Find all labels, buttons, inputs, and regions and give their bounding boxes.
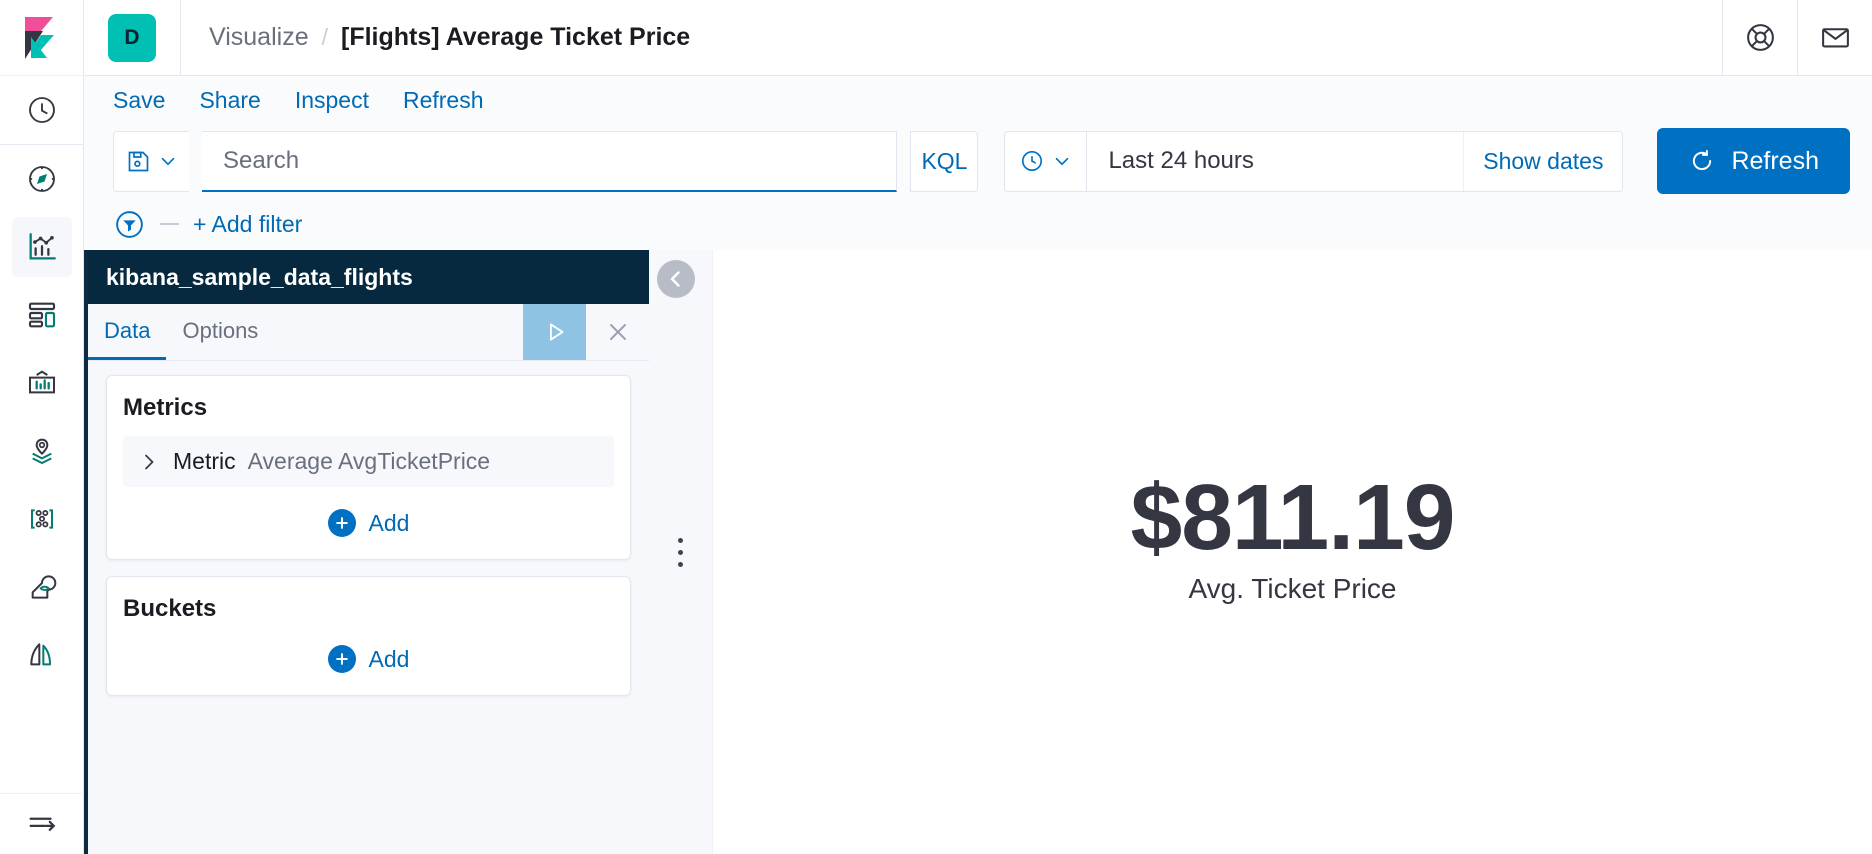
collapse-editor-button[interactable] [657,260,695,298]
buckets-title: Buckets [123,595,217,622]
newsfeed-button[interactable] [1798,0,1872,76]
metric-value: $811.19 [1130,465,1455,570]
metric-visualization: $811.19 Avg. Ticket Price [1130,465,1455,605]
close-x-icon [609,324,626,340]
sidebar-item-discover[interactable] [12,149,72,209]
visualization-editor-panel: kibana_sample_data_flights Data Options [84,250,649,854]
plus-circle-icon [327,645,356,673]
lifebuoy-icon [1746,24,1774,51]
refresh-button[interactable]: Refresh [1657,128,1850,194]
envelope-icon [1821,28,1849,48]
help-button[interactable] [1723,0,1797,76]
apply-changes-button[interactable] [523,304,586,360]
query-bar: KQL Last 24 hours Show dates Refresh [84,124,1872,198]
header-actions [1722,0,1872,76]
sidebar-item-machine-learning[interactable] [12,557,72,617]
page-title: [Flights] Average Ticket Price [341,23,691,51]
chevron-down-icon [1055,157,1069,166]
breadcrumb-separator: / [321,24,328,50]
tab-options[interactable]: Options [166,304,274,360]
chevron-down-icon [161,157,174,166]
filter-separator [160,223,179,225]
kibana-logo[interactable] [0,0,84,76]
saved-query-button[interactable] [113,130,189,192]
header-divider [180,0,181,76]
tab-data[interactable]: Data [88,304,167,360]
metric-aggregation-row[interactable]: Metric Average AvgTicketPrice [123,436,614,487]
add-bucket-button[interactable]: Add [123,645,614,673]
space-avatar[interactable]: D [108,13,156,62]
sidebar-item-visualize[interactable] [11,217,72,277]
floppy-disk-icon [128,151,148,171]
inspect-button[interactable]: Inspect [295,87,369,114]
metric-row-label: Metric [173,448,236,474]
show-dates-button[interactable]: Show dates [1463,131,1622,191]
compass-icon [28,166,55,192]
time-range-value[interactable]: Last 24 hours [1087,147,1463,175]
clock-icon [1021,150,1042,172]
sidebar-item-canvas[interactable] [12,353,72,413]
close-editor-button[interactable] [586,304,649,360]
visualization-canvas: $811.19 Avg. Ticket Price [713,250,1872,854]
kibana-logo-icon [24,16,54,59]
breadcrumb: Visualize / [Flights] Average Ticket Pri… [209,23,690,52]
filter-funnel-icon[interactable] [113,208,146,241]
clock-icon [28,97,55,123]
sidebar-item-graph[interactable] [12,489,72,549]
visualize-action-menu: Save Share Inspect Refresh [84,76,1872,124]
graph-nodes-icon [30,509,53,529]
global-nav-sidebar [0,0,84,854]
visualize-chart-icon [29,233,56,260]
chevron-left-icon [670,271,680,287]
sidebar-item-apm[interactable] [12,625,72,685]
add-bucket-label: Add [368,645,410,672]
plus-circle-icon [327,509,356,537]
sidebar-item-dashboard[interactable] [12,285,72,345]
refresh-menu-button[interactable]: Refresh [403,87,484,114]
resize-handle[interactable] [678,537,683,567]
sidebar-divider [0,144,84,145]
sidebar-item-maps[interactable] [12,421,72,481]
kibana-app: D Visualize / [Flights] Average Ticket P… [0,0,1872,854]
workspace: kibana_sample_data_flights Data Options [84,250,1872,854]
apm-sails-icon [29,643,51,666]
date-picker-group: Last 24 hours Show dates [1004,130,1624,192]
play-triangle-icon [549,323,564,341]
collapse-arrow-icon [29,817,55,831]
editor-resize-gutter [649,250,713,854]
filter-bar: + Add filter [84,198,1872,250]
search-input[interactable] [202,132,897,189]
metric-label: Avg. Ticket Price [1188,572,1397,604]
metric-row-value: Average AvgTicketPrice [247,448,491,474]
sidebar-item-recently-viewed[interactable] [12,80,72,140]
refresh-circle-icon [1693,149,1712,171]
refresh-button-label: Refresh [1731,146,1819,175]
sidebar-collapse[interactable] [0,793,84,854]
main-column: D Visualize / [Flights] Average Ticket P… [84,0,1872,854]
share-button[interactable]: Share [199,87,260,114]
tabs-spacer [274,304,523,360]
breadcrumb-visualize[interactable]: Visualize [209,23,309,52]
add-metric-label: Add [368,509,410,536]
save-button[interactable]: Save [113,87,165,114]
index-pattern-title: kibana_sample_data_flights [88,250,649,304]
dashboard-grid-icon [28,302,55,328]
metrics-panel: Metrics Metric Average AvgTicketPrice Ad… [106,375,631,560]
date-quick-select-button[interactable] [1005,131,1088,191]
app-header: D Visualize / [Flights] Average Ticket P… [84,0,1872,76]
add-metric-button[interactable]: Add [123,509,614,537]
chevron-right-icon [145,454,154,469]
editor-body: Metrics Metric Average AvgTicketPrice Ad… [88,361,649,710]
search-field-wrapper [202,130,898,192]
canvas-frame-icon [28,370,55,394]
editor-tabs: Data Options [88,304,649,361]
map-pin-layers-icon [31,438,52,465]
machine-learning-icon [31,575,56,599]
buckets-panel: Buckets Add [106,576,631,696]
metrics-title: Metrics [123,394,208,421]
query-language-button[interactable]: KQL [910,130,979,192]
add-filter-button[interactable]: + Add filter [193,211,302,238]
